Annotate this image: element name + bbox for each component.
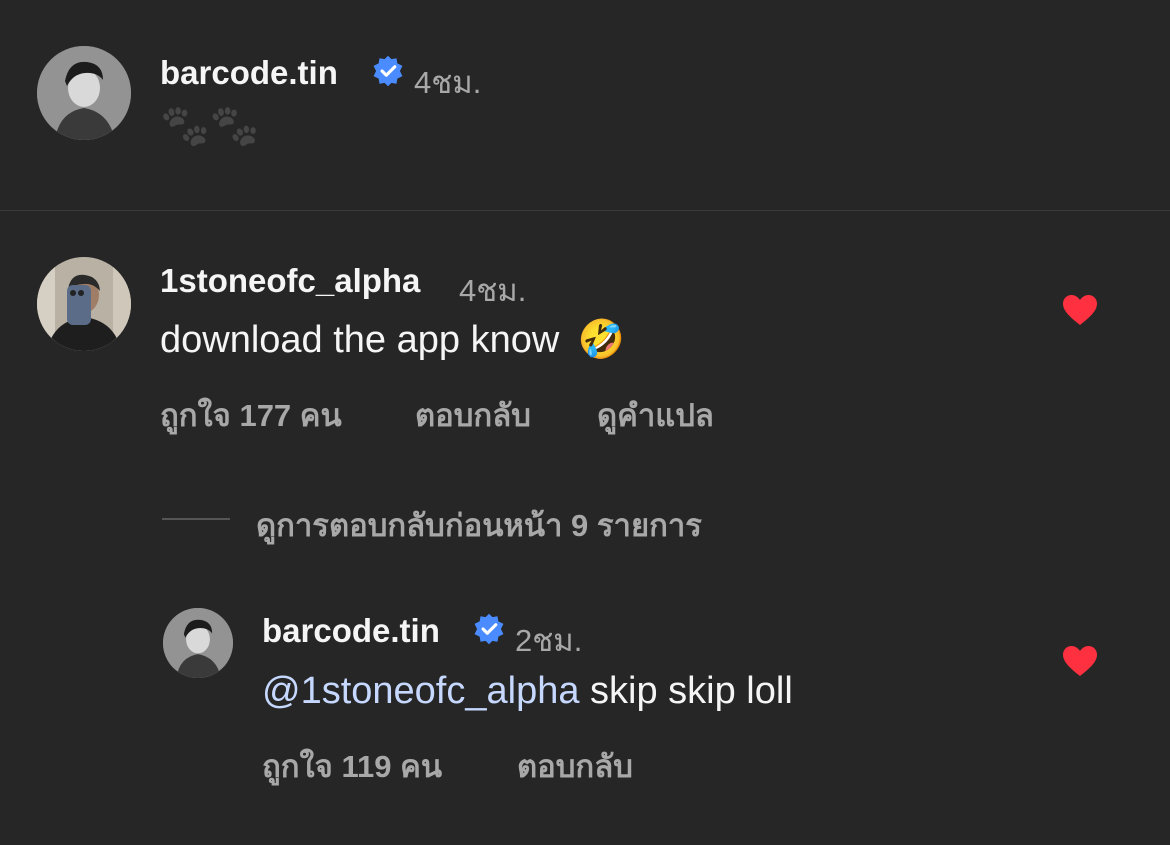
verified-badge-icon [474, 613, 504, 645]
comment-reply-button[interactable]: ตอบกลับ [415, 390, 531, 440]
comment-likes-count[interactable]: ถูกใจ 177 คน [160, 390, 342, 440]
divider [0, 210, 1170, 211]
caption-username[interactable]: barcode.tin [160, 54, 338, 92]
view-previous-replies-button[interactable]: ดูการตอบกลับก่อนหน้า 9 รายการ [256, 500, 702, 550]
comment-time: 4ชม. [459, 273, 527, 308]
caption-time: 4ชม. [414, 65, 482, 100]
view-replies-line [162, 518, 230, 520]
comment-heart-icon[interactable] [1062, 294, 1098, 326]
commenter-username[interactable]: 1stoneofc_alpha [160, 262, 420, 300]
reply-text: @1stoneofc_alpha skip skip loll [262, 670, 793, 713]
rofl-emoji: 🤣 [577, 319, 626, 361]
reply-heart-icon[interactable] [1062, 645, 1098, 677]
comment-text: download the app know 🤣 [160, 318, 625, 362]
comment-text-content: download the app know [160, 319, 560, 361]
reply-avatar[interactable] [163, 608, 233, 678]
caption-text: 🐾🐾 [160, 104, 260, 148]
reply-time: 2ชม. [515, 623, 583, 658]
comment-translate-button[interactable]: ดูคำแปล [597, 390, 714, 440]
reply-text-content: skip skip loll [579, 670, 793, 712]
caption-avatar[interactable] [37, 46, 131, 140]
reply-reply-button[interactable]: ตอบกลับ [517, 741, 633, 791]
reply-username[interactable]: barcode.tin [262, 612, 440, 650]
reply-likes-count[interactable]: ถูกใจ 119 คน [262, 741, 442, 791]
reply-mention-link[interactable]: @1stoneofc_alpha [262, 670, 579, 712]
commenter-avatar[interactable] [37, 257, 131, 351]
verified-badge-icon [373, 55, 403, 87]
comments-screen: barcode.tin 4ชม. 🐾🐾 1stoneofc_alpha 4ชม.… [0, 0, 1170, 845]
